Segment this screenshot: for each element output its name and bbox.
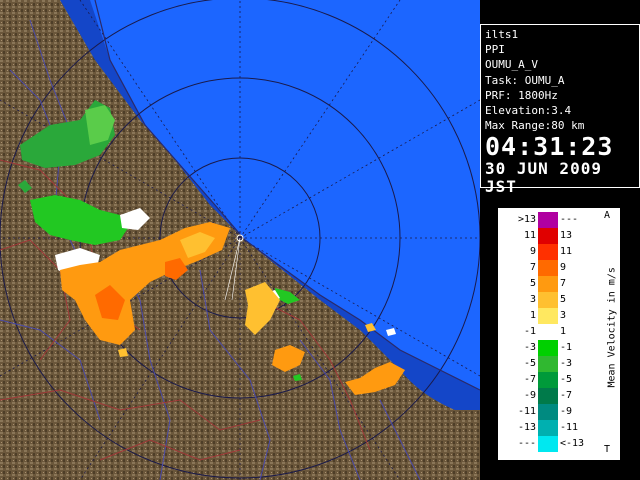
legend-title: Mean Velocity in m/s: [606, 267, 618, 388]
legend-color-swatch: [538, 420, 558, 436]
legend-title-area: A Mean Velocity in m/s T: [598, 208, 620, 460]
legend-row-low: -9: [523, 390, 536, 401]
legend-color-swatch: [538, 372, 558, 388]
legend-color-swatch: [538, 212, 558, 228]
legend-row-high: <-13: [560, 438, 585, 449]
legend-row-high: 7: [560, 278, 567, 289]
legend-row-high: -5: [560, 374, 573, 385]
legend-row-high: -7: [560, 390, 573, 401]
legend-row-low: 3: [529, 294, 536, 305]
legend-color-swatch: [538, 436, 558, 452]
prf-value: PRF: 1800Hz: [485, 88, 558, 102]
legend-row-low: 7: [529, 262, 536, 273]
legend-row-low: 9: [529, 246, 536, 257]
legend-row-low: 11: [523, 230, 536, 241]
legend-color-swatch: [538, 340, 558, 356]
radar-ppi-map: [0, 0, 480, 480]
legend-row-low: -5: [523, 358, 536, 369]
legend-color-swatch: [538, 404, 558, 420]
legend-row-low: -1: [523, 326, 536, 337]
legend-color-swatch: [538, 308, 558, 324]
scan-mode: PPI: [485, 43, 505, 57]
legend-row-low: -3: [523, 342, 536, 353]
legend-row-high: -11: [560, 422, 579, 433]
legend-color-swatch: [538, 228, 558, 244]
legend-row-high: 9: [560, 262, 567, 273]
legend-color-swatch: [538, 388, 558, 404]
legend-row-high: -1: [560, 342, 573, 353]
task-name: Task: OUMU_A: [485, 73, 565, 87]
legend-row-high: 11: [560, 246, 573, 257]
max-range-value: Max Range:80 km: [485, 119, 585, 133]
legend-color-swatch: [538, 244, 558, 260]
product-name: OUMU_A_V: [485, 58, 538, 72]
legend-row-low: -7: [523, 374, 536, 385]
legend-row-high: 5: [560, 294, 567, 305]
radar-info-panel: ilts1 PPI OUMU_A_V Task: OUMU_A PRF: 180…: [480, 24, 640, 196]
velocity-legend: >13 --- 11 13 9 11 7 9 5 7 3 5 1 3 -1 1 -3 -1 -5 -3 -7 -5 -9 -7…: [498, 208, 620, 460]
legend-color-swatch: [538, 356, 558, 372]
legend-row-low: >13: [517, 214, 536, 225]
legend-color-swatch: [538, 260, 558, 276]
legend-row-high: 13: [560, 230, 573, 241]
legend-row-high: -3: [560, 358, 573, 369]
legend-color-swatch: [538, 292, 558, 308]
station-name: ilts1: [485, 28, 519, 41]
scan-time: 04:31:23: [485, 132, 614, 162]
legend-row-high: 1: [560, 326, 567, 337]
legend-row-high: -9: [560, 406, 573, 417]
legend-row-low: -11: [517, 406, 536, 417]
scan-date: 30 JUN 2009 JST: [485, 159, 602, 197]
legend-row-high: ---: [560, 214, 579, 225]
legend-row-low: ---: [517, 438, 536, 449]
legend-color-swatch: [538, 324, 558, 340]
legend-row-low: 1: [529, 310, 536, 321]
elevation-value: Elevation:3.4: [485, 104, 572, 118]
legend-row-high: 3: [560, 310, 567, 321]
legend-bottom-marker: T: [604, 444, 611, 455]
legend-row-low: 5: [529, 278, 536, 289]
legend-color-swatch: [538, 276, 558, 292]
legend-top-marker: A: [604, 210, 611, 221]
legend-row-low: -13: [517, 422, 536, 433]
